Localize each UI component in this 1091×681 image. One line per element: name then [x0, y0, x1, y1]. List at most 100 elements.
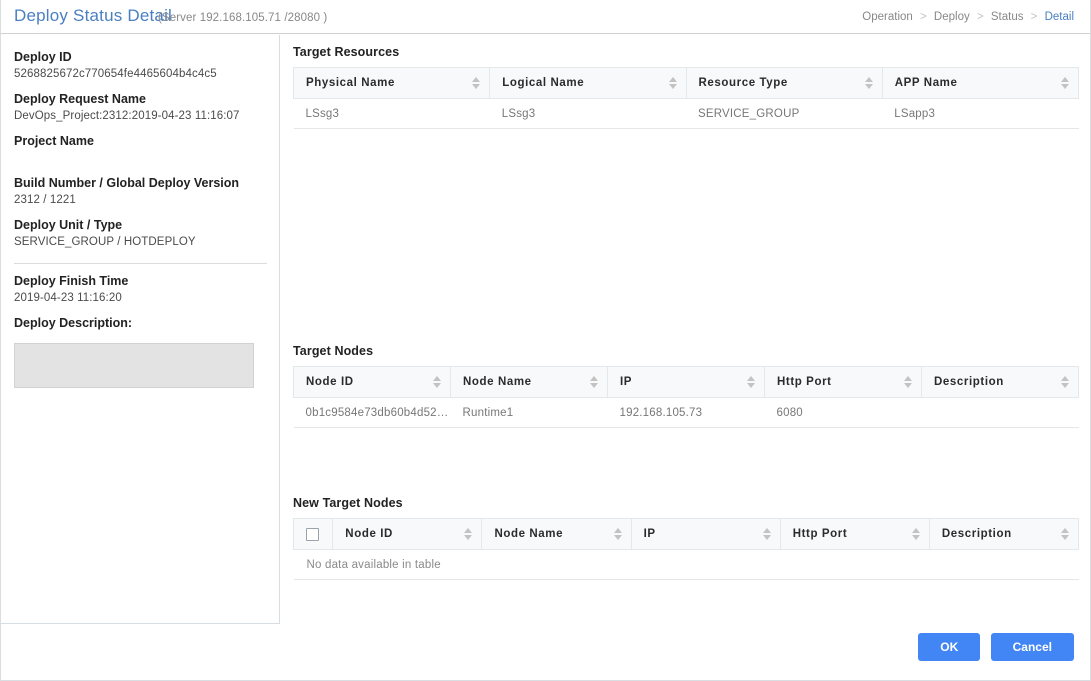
- ok-button[interactable]: OK: [918, 633, 981, 661]
- section-title: Target Resources: [293, 45, 400, 59]
- field-value: 2312 / 1221: [14, 194, 76, 206]
- column-header-node-name[interactable]: Node Name: [450, 366, 608, 398]
- field-build-number: Build Number / Global Deploy Version 231…: [14, 175, 266, 208]
- cell-app-name: LSapp3: [882, 98, 1079, 129]
- field-label: Deploy Finish Time: [14, 274, 129, 288]
- table-header-row: Node ID Node Name IP Http Port Descripti…: [292, 518, 1080, 550]
- field-value: SERVICE_GROUP / HOTDEPLOY: [14, 236, 196, 248]
- sort-icon[interactable]: [1061, 375, 1070, 389]
- sort-icon[interactable]: [747, 375, 756, 389]
- deploy-details-panel: Deploy ID 5268825672c770654fe4465604b4c4…: [1, 35, 280, 624]
- sort-icon[interactable]: [613, 527, 623, 541]
- cell-physical-name: LSsg3: [293, 98, 490, 129]
- column-header-label: Node ID: [306, 376, 354, 388]
- column-header-resource-type[interactable]: Resource Type: [686, 67, 883, 99]
- column-header-node-id[interactable]: Node ID: [293, 366, 451, 398]
- column-header-node-id[interactable]: Node ID: [332, 518, 483, 550]
- breadcrumb-item-operation[interactable]: Operation: [862, 11, 913, 23]
- column-header-label: APP Name: [894, 77, 958, 89]
- column-header-label: Node Name: [494, 528, 564, 540]
- column-header-ip[interactable]: IP: [607, 366, 765, 398]
- table-empty-row: No data available in table: [293, 549, 1079, 580]
- cell-logical-name: LSsg3: [489, 98, 686, 129]
- column-header-http-port[interactable]: Http Port: [780, 518, 930, 550]
- field-label: Project Name: [14, 134, 94, 148]
- table-row[interactable]: 0b1c9584e73db60b4d529... Runtime1 192.16…: [293, 397, 1079, 428]
- sort-icon[interactable]: [911, 527, 921, 541]
- cell-ip: 192.168.105.73: [607, 397, 765, 428]
- sort-icon[interactable]: [904, 375, 913, 389]
- field-deploy-request-name: Deploy Request Name DevOps_Project:2312:…: [14, 91, 266, 124]
- field-label: Deploy ID: [14, 50, 72, 64]
- server-info: (Server 192.168.105.71 /28080 ): [158, 12, 328, 24]
- column-header-label: Http Port: [792, 528, 848, 540]
- table-row[interactable]: LSsg3 LSsg3 SERVICE_GROUP LSapp3: [293, 98, 1079, 129]
- column-header-label: Description: [934, 376, 1004, 388]
- breadcrumb-item-deploy[interactable]: Deploy: [934, 11, 970, 23]
- deploy-description-textarea[interactable]: [14, 343, 254, 388]
- sort-icon[interactable]: [1061, 76, 1070, 90]
- new-target-nodes-table: Node ID Node Name IP Http Port Descripti…: [292, 518, 1080, 580]
- cell-node-id: 0b1c9584e73db60b4d529...: [293, 397, 451, 428]
- breadcrumb-separator-icon: >: [976, 11, 984, 23]
- field-value: [14, 150, 266, 166]
- target-resources-table: Physical Name Logical Name Resource Type: [292, 67, 1080, 129]
- sort-icon[interactable]: [668, 76, 678, 90]
- empty-table-message: No data available in table: [293, 549, 1079, 580]
- column-header-label: Logical Name: [502, 77, 585, 89]
- cancel-button[interactable]: Cancel: [990, 633, 1074, 661]
- sort-icon[interactable]: [864, 76, 874, 90]
- column-header-ip[interactable]: IP: [631, 518, 781, 550]
- field-value: 2019-04-23 11:16:20: [14, 292, 122, 304]
- column-header-select-all[interactable]: [292, 518, 334, 550]
- field-value: DevOps_Project:2312:2019-04-23 11:16:07: [14, 110, 240, 122]
- field-deploy-unit-type: Deploy Unit / Type SERVICE_GROUP / HOTDE…: [14, 217, 266, 250]
- column-header-http-port[interactable]: Http Port: [764, 366, 922, 398]
- field-label: Deploy Unit / Type: [14, 218, 123, 232]
- column-header-label: Http Port: [777, 376, 832, 388]
- column-header-label: IP: [620, 376, 633, 388]
- sort-icon[interactable]: [590, 375, 599, 389]
- column-header-node-name[interactable]: Node Name: [481, 518, 632, 550]
- sort-icon[interactable]: [464, 527, 473, 541]
- field-deploy-finish-time: Deploy Finish Time 2019-04-23 11:16:20: [14, 273, 266, 306]
- table-header-row: Node ID Node Name IP Http Port Descripti…: [293, 366, 1079, 398]
- cell-resource-type: SERVICE_GROUP: [686, 98, 883, 129]
- column-header-app-name[interactable]: APP Name: [882, 67, 1080, 99]
- field-label: Deploy Request Name: [14, 92, 146, 106]
- field-value: 5268825672c770654fe4465604b4c4c5: [14, 68, 217, 80]
- column-header-label: IP: [643, 528, 656, 540]
- breadcrumb-item-status[interactable]: Status: [991, 11, 1024, 23]
- column-header-label: Node ID: [345, 528, 393, 540]
- dialog-actions: OK Cancel: [911, 633, 1074, 661]
- page-title: Deploy Status Detail: [14, 6, 173, 25]
- column-header-label: Description: [941, 528, 1012, 540]
- sort-icon[interactable]: [472, 76, 481, 90]
- column-header-description[interactable]: Description: [929, 518, 1080, 550]
- table-header-row: Physical Name Logical Name Resource Type: [292, 67, 1080, 99]
- sort-icon[interactable]: [433, 375, 442, 389]
- column-header-logical-name[interactable]: Logical Name: [489, 67, 687, 99]
- column-header-physical-name[interactable]: Physical Name: [292, 67, 491, 99]
- cell-http-port: 6080: [764, 397, 922, 428]
- sort-icon[interactable]: [762, 527, 772, 541]
- field-label: Deploy Description:: [14, 316, 133, 330]
- breadcrumb-item-detail[interactable]: Detail: [1045, 11, 1074, 23]
- section-new-target-nodes: New Target Nodes Node ID Node Name IP Ht…: [292, 496, 1080, 580]
- column-header-description[interactable]: Description: [921, 366, 1079, 398]
- field-deploy-description: Deploy Description:: [14, 315, 266, 388]
- sort-icon[interactable]: [1061, 527, 1070, 541]
- cell-node-name: Runtime1: [450, 397, 608, 428]
- field-label: Build Number / Global Deploy Version: [14, 176, 240, 190]
- field-project-name: Project Name: [14, 133, 266, 166]
- column-header-label: Node Name: [463, 376, 532, 388]
- page-root: Deploy Status Detail (Server 192.168.105…: [0, 0, 1091, 681]
- section-title: Target Nodes: [293, 344, 374, 358]
- section-divider: [14, 263, 267, 264]
- breadcrumb-separator-icon: >: [1030, 11, 1038, 23]
- breadcrumb: Operation > Deploy > Status > Detail: [862, 11, 1074, 23]
- select-all-checkbox[interactable]: [306, 527, 319, 541]
- cell-description: [921, 397, 1079, 428]
- section-target-resources: Target Resources Physical Name Logical N…: [292, 45, 1080, 129]
- target-nodes-table: Node ID Node Name IP Http Port Descripti…: [293, 366, 1079, 428]
